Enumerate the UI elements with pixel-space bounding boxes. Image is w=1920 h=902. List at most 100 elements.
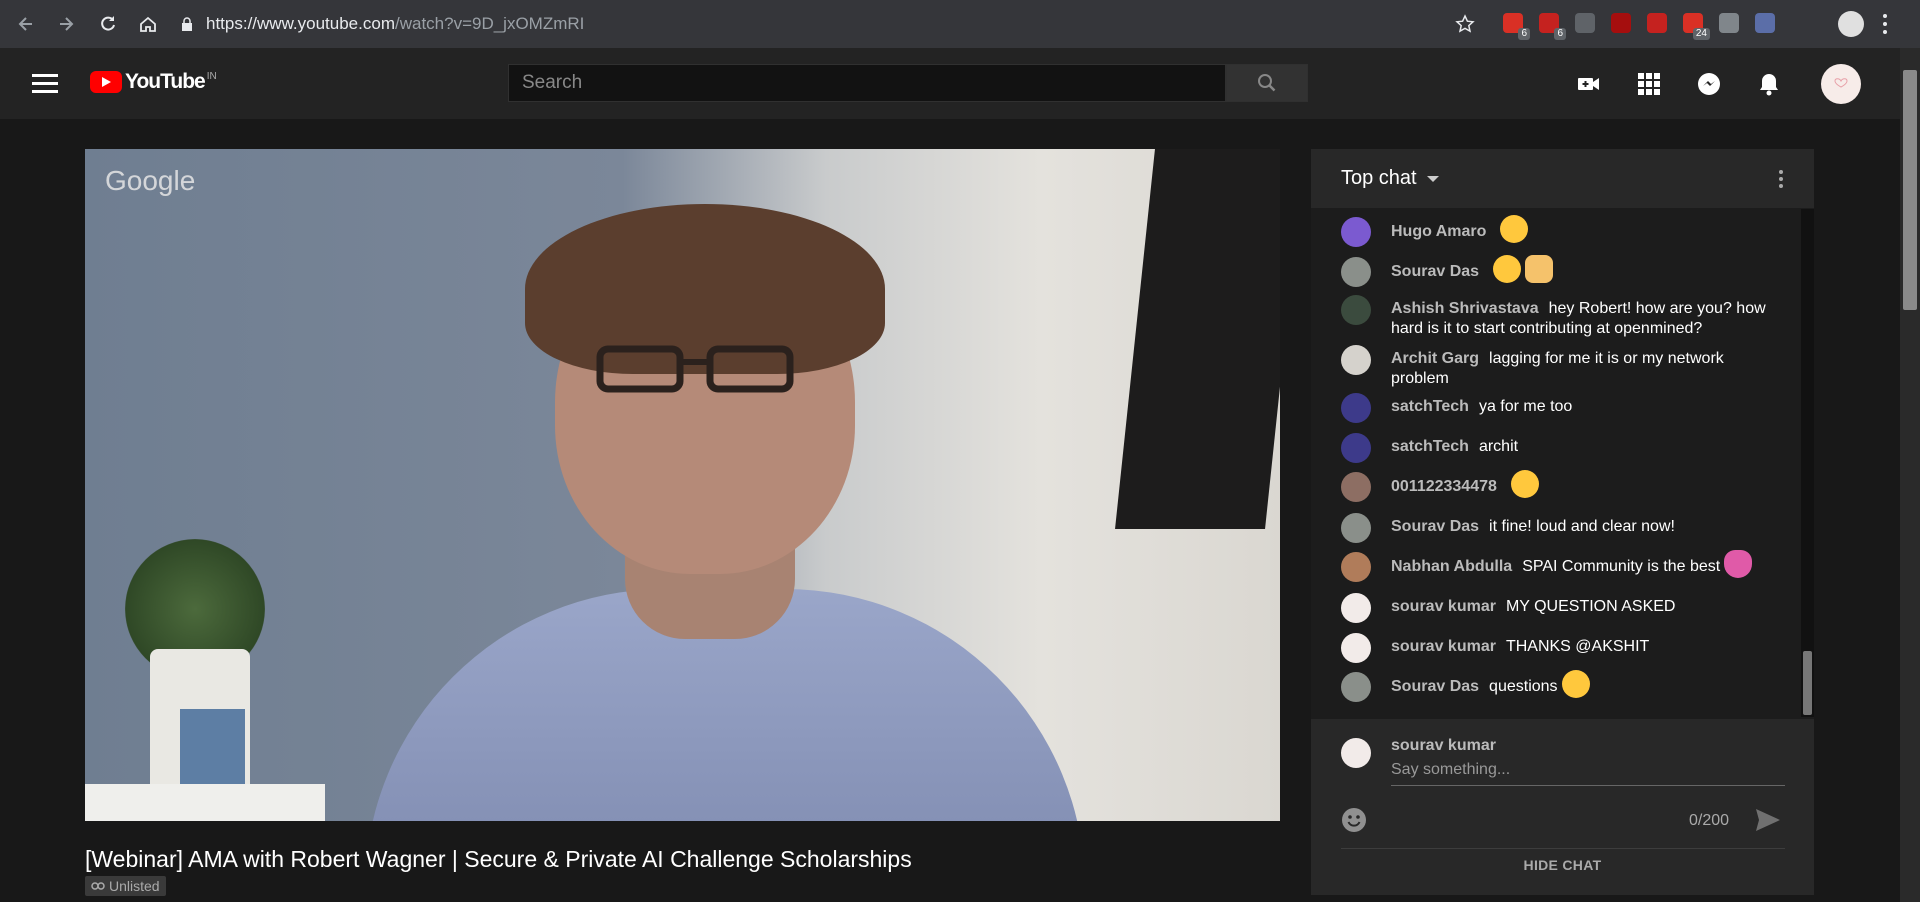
author-avatar[interactable] <box>1341 513 1371 543</box>
author-avatar[interactable] <box>1341 593 1371 623</box>
search-button[interactable] <box>1226 64 1308 102</box>
message-text: SPAI Community is the best <box>1522 558 1721 576</box>
wink-emoji-icon <box>1561 670 1590 698</box>
search-input[interactable]: Search <box>508 64 1226 102</box>
address-bar[interactable]: https://www.youtube.com/watch?v=9D_jxOMZ… <box>180 8 1480 40</box>
url-path: /watch?v=9D_jxOMZmRI <box>394 14 585 33</box>
bookmark-star-icon[interactable] <box>1455 14 1475 34</box>
chat-message[interactable]: satchTech ya for me too <box>1341 393 1781 423</box>
adblock-extension-icon[interactable]: 6 <box>1500 10 1530 40</box>
ublock-extension-icon[interactable]: 6 <box>1536 10 1566 40</box>
author-name[interactable]: sourav kumar <box>1391 598 1496 615</box>
chat-scrollbar[interactable] <box>1801 209 1814 717</box>
chat-message-input[interactable]: Say something... <box>1391 761 1785 786</box>
chat-scrollbar-thumb[interactable] <box>1803 651 1812 715</box>
message-body: Ashish Shrivastava hey Robert! how are yo… <box>1391 299 1781 339</box>
apps-grid-icon[interactable] <box>1637 72 1661 96</box>
message-text: questions <box>1489 678 1558 696</box>
extension-glyph <box>1611 13 1631 33</box>
chat-message[interactable]: Nabhan Abdulla SPAI Community is the best <box>1341 550 1781 582</box>
chevron-down-icon[interactable] <box>1426 175 1439 182</box>
browser-menu-icon[interactable] <box>1882 12 1888 36</box>
menu-icon[interactable] <box>32 72 58 94</box>
account-avatar[interactable] <box>1821 64 1861 104</box>
author-name[interactable]: Sourav Das <box>1391 678 1479 695</box>
chat-message[interactable]: Sourav Das questions <box>1341 670 1781 702</box>
author-name[interactable]: satchTech <box>1391 438 1469 455</box>
message-text: it fine! loud and clear now! <box>1489 518 1675 535</box>
youtube-logo[interactable]: YouTube IN <box>90 70 217 94</box>
pen-ext-extension-icon[interactable] <box>1752 10 1778 36</box>
browser-profile-avatar[interactable] <box>1838 11 1864 37</box>
author-name[interactable]: Hugo Amaro <box>1391 223 1486 240</box>
chat-message-list[interactable]: Hugo Amaro Sourav Das Ashish Shrivastava he… <box>1311 209 1801 717</box>
author-name[interactable]: Sourav Das <box>1391 263 1479 280</box>
chat-more-options-icon[interactable] <box>1778 169 1784 189</box>
author-avatar[interactable] <box>1341 393 1371 423</box>
author-avatar[interactable] <box>1341 672 1371 702</box>
message-body: sourav kumar THANKS @AKSHIT <box>1391 637 1649 657</box>
back-button[interactable] <box>6 4 46 44</box>
chat-input-area: sourav kumar Say something... 0/200 HIDE… <box>1311 719 1814 895</box>
author-name[interactable]: Archit Garg <box>1391 350 1479 367</box>
author-avatar[interactable] <box>1341 433 1371 463</box>
chat-message[interactable]: Sourav Das it fine! loud and clear now! <box>1341 513 1781 543</box>
create-video-icon[interactable] <box>1577 72 1601 96</box>
video-player[interactable]: Google <box>85 149 1280 821</box>
chat-mode-selector[interactable]: Top chat <box>1341 167 1417 190</box>
heart-emoji-icon <box>1724 550 1753 578</box>
author-name[interactable]: Nabhan Abdulla <box>1391 558 1512 575</box>
heart-avatar-icon <box>1834 78 1848 88</box>
chat-message[interactable]: Ashish Shrivastava hey Robert! how are yo… <box>1341 295 1781 339</box>
unlisted-badge: Unlisted <box>85 876 166 896</box>
reload-button[interactable] <box>88 4 128 44</box>
extension-badge: 6 <box>1554 28 1566 40</box>
author-avatar[interactable] <box>1341 257 1371 287</box>
author-avatar[interactable] <box>1341 633 1371 663</box>
victory-emoji-icon <box>1525 255 1554 283</box>
youtube-masthead: YouTube IN Search <box>0 48 1900 119</box>
chat-message[interactable]: Hugo Amaro <box>1341 215 1781 247</box>
author-avatar[interactable] <box>1341 345 1371 375</box>
message-body: Archit Garg lagging for me it is or my ne… <box>1391 349 1781 389</box>
reload-icon <box>101 16 115 31</box>
author-name[interactable]: sourav kumar <box>1391 638 1496 655</box>
chat-message[interactable]: Sourav Das <box>1341 255 1781 287</box>
author-avatar[interactable] <box>1341 552 1371 582</box>
pdf-ext-extension-icon[interactable] <box>1608 10 1634 36</box>
forward-button[interactable] <box>46 4 86 44</box>
message-text: ya for me too <box>1478 398 1573 415</box>
author-avatar[interactable] <box>1341 295 1371 325</box>
chat-message[interactable]: 001122334478 <box>1341 470 1781 502</box>
video-title: [Webinar] AMA with Robert Wagner | Secur… <box>85 846 912 872</box>
chat-message[interactable]: Archit Garg lagging for me it is or my ne… <box>1341 345 1781 389</box>
author-name[interactable]: 001122334478 <box>1391 478 1497 495</box>
author-avatar[interactable] <box>1341 217 1371 247</box>
messages-icon[interactable] <box>1697 72 1721 96</box>
m-ext-extension-icon[interactable] <box>1572 10 1598 36</box>
record-ext-extension-icon[interactable]: 24 <box>1680 10 1710 40</box>
desk-image <box>85 784 325 821</box>
notifications-bell-icon[interactable] <box>1757 72 1781 96</box>
character-counter: 0/200 <box>1689 812 1730 829</box>
hide-chat-button[interactable]: HIDE CHAT <box>1311 857 1814 873</box>
message-body: 001122334478 <box>1391 470 1539 498</box>
send-icon[interactable] <box>1755 808 1781 832</box>
hex-ext-extension-icon[interactable] <box>1716 10 1742 36</box>
corner-ext-extension-icon[interactable] <box>1644 10 1670 36</box>
chat-message[interactable]: sourav kumar THANKS @AKSHIT <box>1341 633 1781 663</box>
message-body: Sourav Das questions <box>1391 670 1590 698</box>
author-avatar[interactable] <box>1341 472 1371 502</box>
logo-wordmark: YouTube <box>125 70 206 93</box>
chat-message[interactable]: sourav kumar MY QUESTION ASKED <box>1341 593 1781 623</box>
home-button[interactable] <box>128 4 168 44</box>
author-name[interactable]: satchTech <box>1391 398 1469 415</box>
chat-message[interactable]: satchTech archit <box>1341 433 1781 463</box>
page-scrollbar-thumb[interactable] <box>1903 70 1917 310</box>
emoji-picker-icon[interactable] <box>1341 807 1367 833</box>
video-watermark: Google <box>105 165 196 196</box>
author-name[interactable]: Sourav Das <box>1391 518 1479 535</box>
author-name[interactable]: Ashish Shrivastava <box>1391 300 1539 317</box>
country-code: IN <box>206 70 217 82</box>
extension-glyph <box>1575 13 1595 33</box>
